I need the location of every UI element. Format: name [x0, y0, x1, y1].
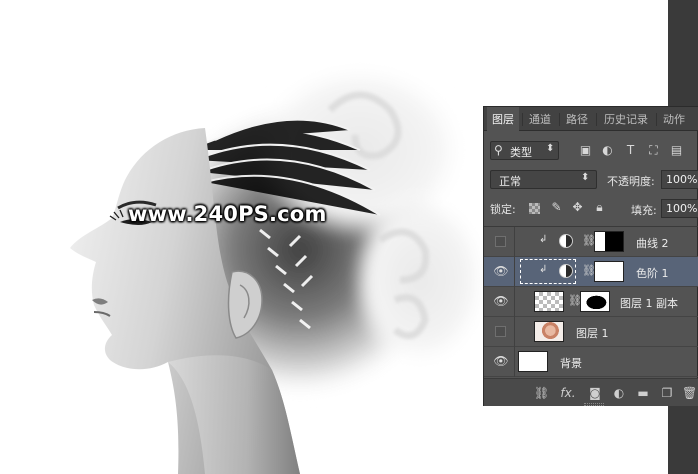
image-filter-icon[interactable]: ▣: [579, 144, 592, 157]
layer-row-levels-1[interactable]: 👁︎ ↲ ⛓ 色阶 1: [484, 257, 698, 287]
lock-label: 锁定:: [490, 203, 516, 216]
tab-separator: [522, 113, 523, 126]
lock-fill-row: 锁定: ✎ ✥ 🔒︎ 填充: 100%: [484, 196, 698, 220]
link-layers-icon[interactable]: ⛓: [534, 386, 549, 400]
layer-filter-row: ⚲ 类型 ⬍ ▣ ◐ T ⛶ ▤: [484, 138, 698, 162]
layer-thumbnail[interactable]: [534, 321, 564, 342]
tab-layers[interactable]: 图层: [487, 107, 519, 132]
tab-separator: [596, 113, 597, 126]
tab-separator: [559, 113, 560, 126]
fill-input[interactable]: 100%: [661, 199, 698, 218]
new-group-icon[interactable]: ▬: [636, 386, 650, 400]
layer-name[interactable]: 色阶 1: [636, 265, 669, 281]
clipping-arrow-icon: ↲: [539, 234, 548, 245]
lock-image-pixels-icon[interactable]: ✎: [550, 201, 563, 214]
layer-thumbnail[interactable]: [518, 351, 548, 372]
visibility-toggle-empty[interactable]: [495, 326, 506, 337]
column-separator: [514, 347, 515, 377]
tab-actions[interactable]: 动作: [658, 107, 690, 131]
opacity-input[interactable]: 100%: [661, 170, 698, 189]
resize-grip[interactable]: [584, 403, 604, 406]
layer-thumbnail[interactable]: [534, 291, 564, 312]
add-mask-icon[interactable]: ◙: [588, 386, 602, 400]
search-icon: ⚲: [494, 143, 503, 157]
adjustment-layer-icon: [559, 264, 573, 278]
filter-kind-label: 类型: [510, 146, 532, 159]
layer-row-background[interactable]: 👁︎ 背景: [484, 347, 698, 377]
lock-position-icon[interactable]: ✥: [571, 201, 584, 214]
opacity-label: 不透明度:: [607, 175, 655, 188]
layer-name[interactable]: 曲线 2: [636, 235, 669, 251]
layer-row-curves-2[interactable]: ↲ ⛓ 曲线 2: [484, 227, 698, 257]
layer-row-layer-1-copy[interactable]: 👁︎ ⛓ 图层 1 副本: [484, 287, 698, 317]
layers-panel-footer: ⛓ fx. ◙ ◐ ▬ ❐ 🗑︎: [484, 378, 698, 406]
layer-row-layer-1[interactable]: 图层 1: [484, 317, 698, 347]
lock-transparency-icon[interactable]: [529, 203, 540, 214]
blend-mode-select[interactable]: 正常 ⬍: [490, 170, 597, 189]
layers-panel: 图层 通道 路径 历史记录 动作 ⚲ 类型 ⬍ ▣ ◐ T ⛶ ▤ 正常 ⬍ 不…: [483, 106, 698, 406]
eye-icon[interactable]: 👁︎: [493, 294, 509, 308]
column-separator: [514, 317, 515, 347]
layer-style-fx-icon[interactable]: fx.: [558, 386, 578, 400]
chevron-updown-icon: ⬍: [546, 143, 555, 154]
adjustment-layer-icon: [559, 234, 573, 248]
layer-mask-thumbnail[interactable]: [594, 261, 624, 282]
layer-name[interactable]: 图层 1 副本: [620, 295, 678, 311]
smart-object-filter-icon[interactable]: ▤: [670, 144, 683, 157]
eye-icon[interactable]: 👁︎: [493, 354, 509, 368]
visibility-toggle-empty[interactable]: [495, 236, 506, 247]
lock-all-icon[interactable]: 🔒︎: [593, 201, 606, 214]
column-separator: [514, 227, 515, 257]
layers-list: ↲ ⛓ 曲线 2 👁︎ ↲ ⛓ 色阶 1 👁︎ ⛓ 图层 1 副本 图层 1 👁…: [484, 226, 698, 378]
new-adjustment-icon[interactable]: ◐: [612, 386, 626, 400]
fill-label: 填充:: [631, 204, 657, 217]
layer-mask-thumbnail[interactable]: [594, 231, 624, 252]
eye-icon[interactable]: 👁︎: [493, 264, 509, 278]
shape-filter-icon[interactable]: ⛶: [647, 144, 660, 157]
column-separator: [514, 287, 515, 317]
blend-opacity-row: 正常 ⬍ 不透明度: 100%: [484, 167, 698, 191]
tab-channels[interactable]: 通道: [524, 107, 556, 131]
column-separator: [514, 257, 515, 287]
blend-mode-label: 正常: [499, 175, 521, 188]
filter-kind-select[interactable]: ⚲ 类型 ⬍: [490, 141, 559, 160]
new-layer-icon[interactable]: ❐: [660, 386, 674, 400]
chevron-updown-icon: ⬍: [581, 172, 590, 183]
delete-layer-icon[interactable]: 🗑︎: [682, 386, 697, 400]
tab-history[interactable]: 历史记录: [598, 107, 654, 131]
adjustment-filter-icon[interactable]: ◐: [601, 144, 614, 157]
layer-mask-thumbnail[interactable]: [580, 291, 610, 312]
panel-tab-bar: 图层 通道 路径 历史记录 动作: [484, 107, 698, 132]
layer-name[interactable]: 图层 1: [576, 325, 609, 341]
layer-name[interactable]: 背景: [560, 355, 582, 371]
tab-paths[interactable]: 路径: [561, 107, 593, 131]
type-filter-icon[interactable]: T: [624, 144, 637, 157]
watermark-text: www.240PS.com: [128, 202, 327, 226]
clipping-arrow-icon: ↲: [539, 264, 548, 275]
tab-separator: [656, 113, 657, 126]
